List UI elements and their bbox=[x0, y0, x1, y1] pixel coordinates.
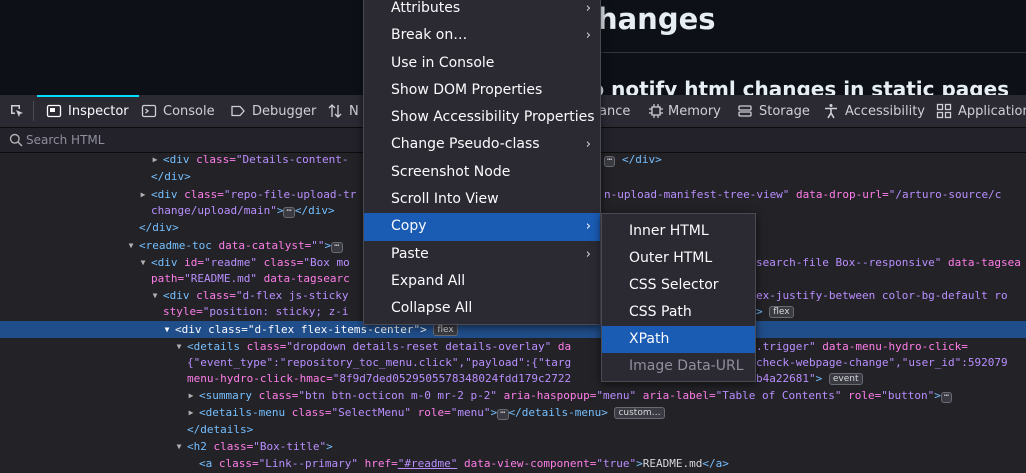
menu-item-css-path[interactable]: CSS Path bbox=[602, 299, 755, 326]
tab-memory[interactable]: Memory bbox=[648, 95, 721, 127]
tab-inspector[interactable]: Inspector bbox=[37, 95, 139, 127]
readme-anchor-link[interactable]: "#readme" bbox=[398, 457, 458, 470]
context-menu: Attributes › Break on… › Use in Console Sh… bbox=[363, 0, 601, 325]
collapse-triangle-icon[interactable]: ▼ bbox=[150, 287, 160, 304]
menu-item-attributes[interactable]: Attributes › bbox=[364, 0, 600, 22]
debugger-icon bbox=[230, 103, 246, 119]
tab-label: Accessibility bbox=[845, 103, 925, 119]
markup-node[interactable]: ▶ <summary class="btn btn-octicon m-0 mr… bbox=[0, 387, 1026, 404]
tab-accessibility[interactable]: Accessibility bbox=[823, 95, 925, 127]
tab-application[interactable]: Application bbox=[936, 95, 1026, 127]
menu-item-copy[interactable]: Copy › bbox=[364, 213, 600, 241]
submenu-arrow-icon: › bbox=[585, 246, 591, 262]
menu-item-show-accessibility-properties[interactable]: Show Accessibility Properties bbox=[364, 104, 600, 131]
custom-element-badge[interactable]: custom… bbox=[614, 407, 665, 419]
expand-triangle-icon[interactable]: ▶ bbox=[186, 387, 196, 404]
tab-label: Console bbox=[163, 103, 215, 119]
markup-node[interactable]: </details> bbox=[0, 421, 1026, 438]
page-divider bbox=[550, 52, 1026, 53]
tab-label: N bbox=[349, 103, 359, 119]
page-subtitle: pt to notify html changes in static page… bbox=[550, 77, 1010, 95]
collapse-triangle-icon[interactable]: ▼ bbox=[174, 338, 184, 355]
tab-debugger[interactable]: Debugger bbox=[230, 95, 316, 127]
tab-label: Memory bbox=[668, 103, 721, 119]
menu-item-css-selector[interactable]: CSS Selector bbox=[602, 272, 755, 299]
expand-triangle-icon[interactable]: ▶ bbox=[186, 404, 196, 421]
memory-icon bbox=[648, 103, 664, 119]
menu-item-screenshot-node[interactable]: Screenshot Node bbox=[364, 159, 600, 186]
tab-performance[interactable]: ance bbox=[599, 95, 630, 127]
submenu-arrow-icon: › bbox=[585, 219, 591, 235]
toolbar-separator bbox=[33, 101, 34, 121]
console-icon bbox=[141, 103, 157, 119]
flex-badge[interactable]: flex bbox=[769, 306, 794, 318]
markup-node-continued[interactable]: {"event_type":"repository_toc_menu.click… bbox=[0, 354, 1026, 371]
menu-item-inner-html[interactable]: Inner HTML bbox=[602, 218, 755, 245]
menu-item-break-on[interactable]: Break on… › bbox=[364, 22, 600, 49]
tab-console[interactable]: Console bbox=[141, 95, 215, 127]
collapse-triangle-icon[interactable]: ▼ bbox=[162, 321, 172, 338]
copy-submenu: Inner HTML Outer HTML CSS Selector CSS P… bbox=[601, 213, 756, 382]
collapsed-ellipsis[interactable]: ⋯ bbox=[940, 392, 953, 403]
menu-item-xpath[interactable]: XPath bbox=[602, 326, 755, 353]
search-html-input[interactable] bbox=[26, 133, 326, 147]
collapse-triangle-icon[interactable]: ▼ bbox=[174, 438, 184, 455]
event-badge[interactable]: event bbox=[828, 373, 863, 385]
markup-node-continued[interactable]: menu-hydro-click-hmac="8f9d7ded052950557… bbox=[0, 370, 1026, 387]
submenu-arrow-icon: › bbox=[585, 1, 591, 16]
storage-icon bbox=[737, 103, 753, 119]
tab-label: Storage bbox=[759, 103, 810, 119]
tab-network[interactable]: N bbox=[327, 95, 359, 127]
menu-item-use-in-console[interactable]: Use in Console bbox=[364, 50, 600, 77]
submenu-arrow-icon: › bbox=[585, 28, 591, 44]
menu-item-outer-html[interactable]: Outer HTML bbox=[602, 245, 755, 272]
expand-triangle-icon[interactable]: ▶ bbox=[150, 153, 160, 168]
markup-node[interactable]: ▼ <details class="dropdown details-reset… bbox=[0, 338, 1026, 355]
collapsed-ellipsis[interactable]: ⋯ bbox=[604, 156, 616, 167]
tab-label: Application bbox=[958, 103, 1026, 119]
tab-label: Inspector bbox=[68, 103, 129, 119]
menu-item-scroll-into-view[interactable]: Scroll Into View bbox=[364, 186, 600, 213]
expand-triangle-icon[interactable]: ▶ bbox=[138, 186, 148, 203]
element-picker-icon[interactable] bbox=[4, 99, 30, 123]
menu-item-expand-all[interactable]: Expand All bbox=[364, 268, 600, 295]
collapse-triangle-icon[interactable]: ▼ bbox=[126, 237, 136, 254]
collapsed-ellipsis[interactable]: ⋯ bbox=[497, 409, 509, 420]
menu-item-collapse-all[interactable]: Collapse All bbox=[364, 295, 600, 322]
inspector-icon bbox=[46, 103, 62, 119]
markup-node[interactable]: <a class="Link--primary" href="#readme" … bbox=[0, 455, 1026, 472]
collapsed-ellipsis[interactable]: ⋯ bbox=[331, 242, 343, 253]
search-icon bbox=[9, 133, 23, 147]
markup-node[interactable]: ▼ <h2 class="Box-title"> bbox=[0, 438, 1026, 455]
tab-label: Debugger bbox=[252, 103, 317, 119]
collapsed-ellipsis[interactable]: ⋯ bbox=[283, 207, 295, 218]
submenu-arrow-icon: › bbox=[585, 137, 591, 153]
tab-label: ance bbox=[599, 103, 631, 119]
markup-node[interactable]: ▶ <details-menu class="SelectMenu" role=… bbox=[0, 404, 1026, 421]
network-icon bbox=[327, 103, 343, 119]
menu-item-show-dom-properties[interactable]: Show DOM Properties bbox=[364, 77, 600, 104]
tab-storage[interactable]: Storage bbox=[737, 95, 810, 127]
menu-item-paste[interactable]: Paste › bbox=[364, 241, 600, 268]
menu-item-image-data-url: Image Data-URL bbox=[629, 358, 744, 374]
menu-item-change-pseudo-class[interactable]: Change Pseudo-class › bbox=[364, 131, 600, 158]
application-icon bbox=[936, 103, 952, 119]
collapse-triangle-icon[interactable]: ▼ bbox=[138, 254, 148, 271]
accessibility-icon bbox=[823, 103, 839, 119]
flex-badge[interactable]: flex bbox=[433, 324, 458, 336]
